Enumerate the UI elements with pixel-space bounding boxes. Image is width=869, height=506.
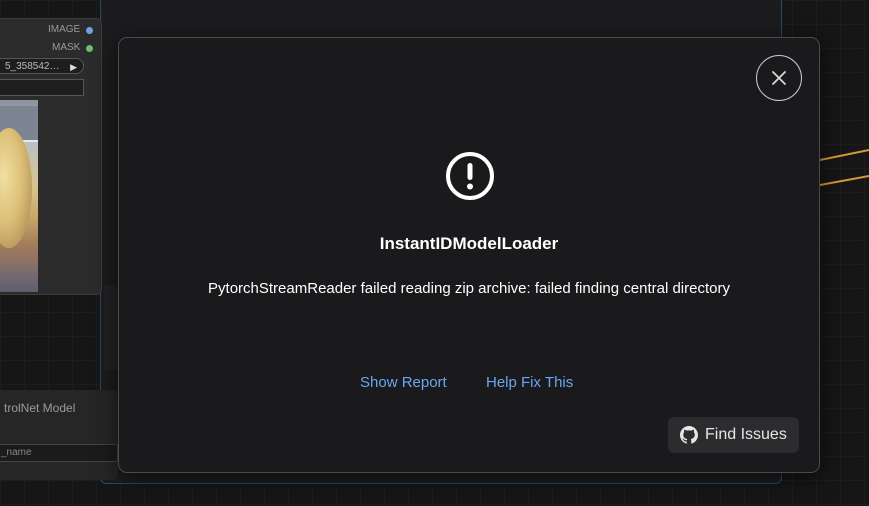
close-button[interactable] bbox=[756, 55, 802, 101]
error-message: PytorchStreamReader failed reading zip a… bbox=[208, 280, 730, 297]
close-icon bbox=[772, 71, 786, 85]
error-dialog: InstantIDModelLoader PytorchStreamReader… bbox=[118, 37, 820, 473]
controlnet-name-label: _name bbox=[1, 447, 32, 458]
find-issues-button[interactable]: Find Issues bbox=[668, 417, 799, 453]
exclamation-circle-icon bbox=[446, 152, 494, 200]
find-issues-label: Find Issues bbox=[705, 426, 787, 443]
show-report-link[interactable]: Show Report bbox=[360, 374, 447, 391]
controlnet-node-title: trolNet Model bbox=[4, 401, 76, 415]
next-arrow-icon[interactable]: ▶ bbox=[70, 59, 77, 75]
github-icon bbox=[680, 426, 698, 444]
mask-output-socket[interactable] bbox=[86, 45, 93, 52]
preview-subject bbox=[0, 128, 32, 248]
controlnet-name-widget[interactable]: _name bbox=[0, 444, 118, 462]
upload-field[interactable] bbox=[0, 79, 84, 96]
output-label-image: IMAGE bbox=[48, 24, 81, 35]
image-file-name: 5_358542… bbox=[5, 61, 60, 72]
help-fix-link[interactable]: Help Fix This bbox=[486, 374, 573, 391]
image-preview bbox=[0, 100, 38, 292]
output-label-mask: MASK bbox=[52, 42, 81, 53]
error-title: InstantIDModelLoader bbox=[379, 234, 559, 253]
image-file-selector[interactable]: 5_358542… ▶ bbox=[0, 58, 84, 74]
image-output-socket[interactable] bbox=[86, 27, 93, 34]
